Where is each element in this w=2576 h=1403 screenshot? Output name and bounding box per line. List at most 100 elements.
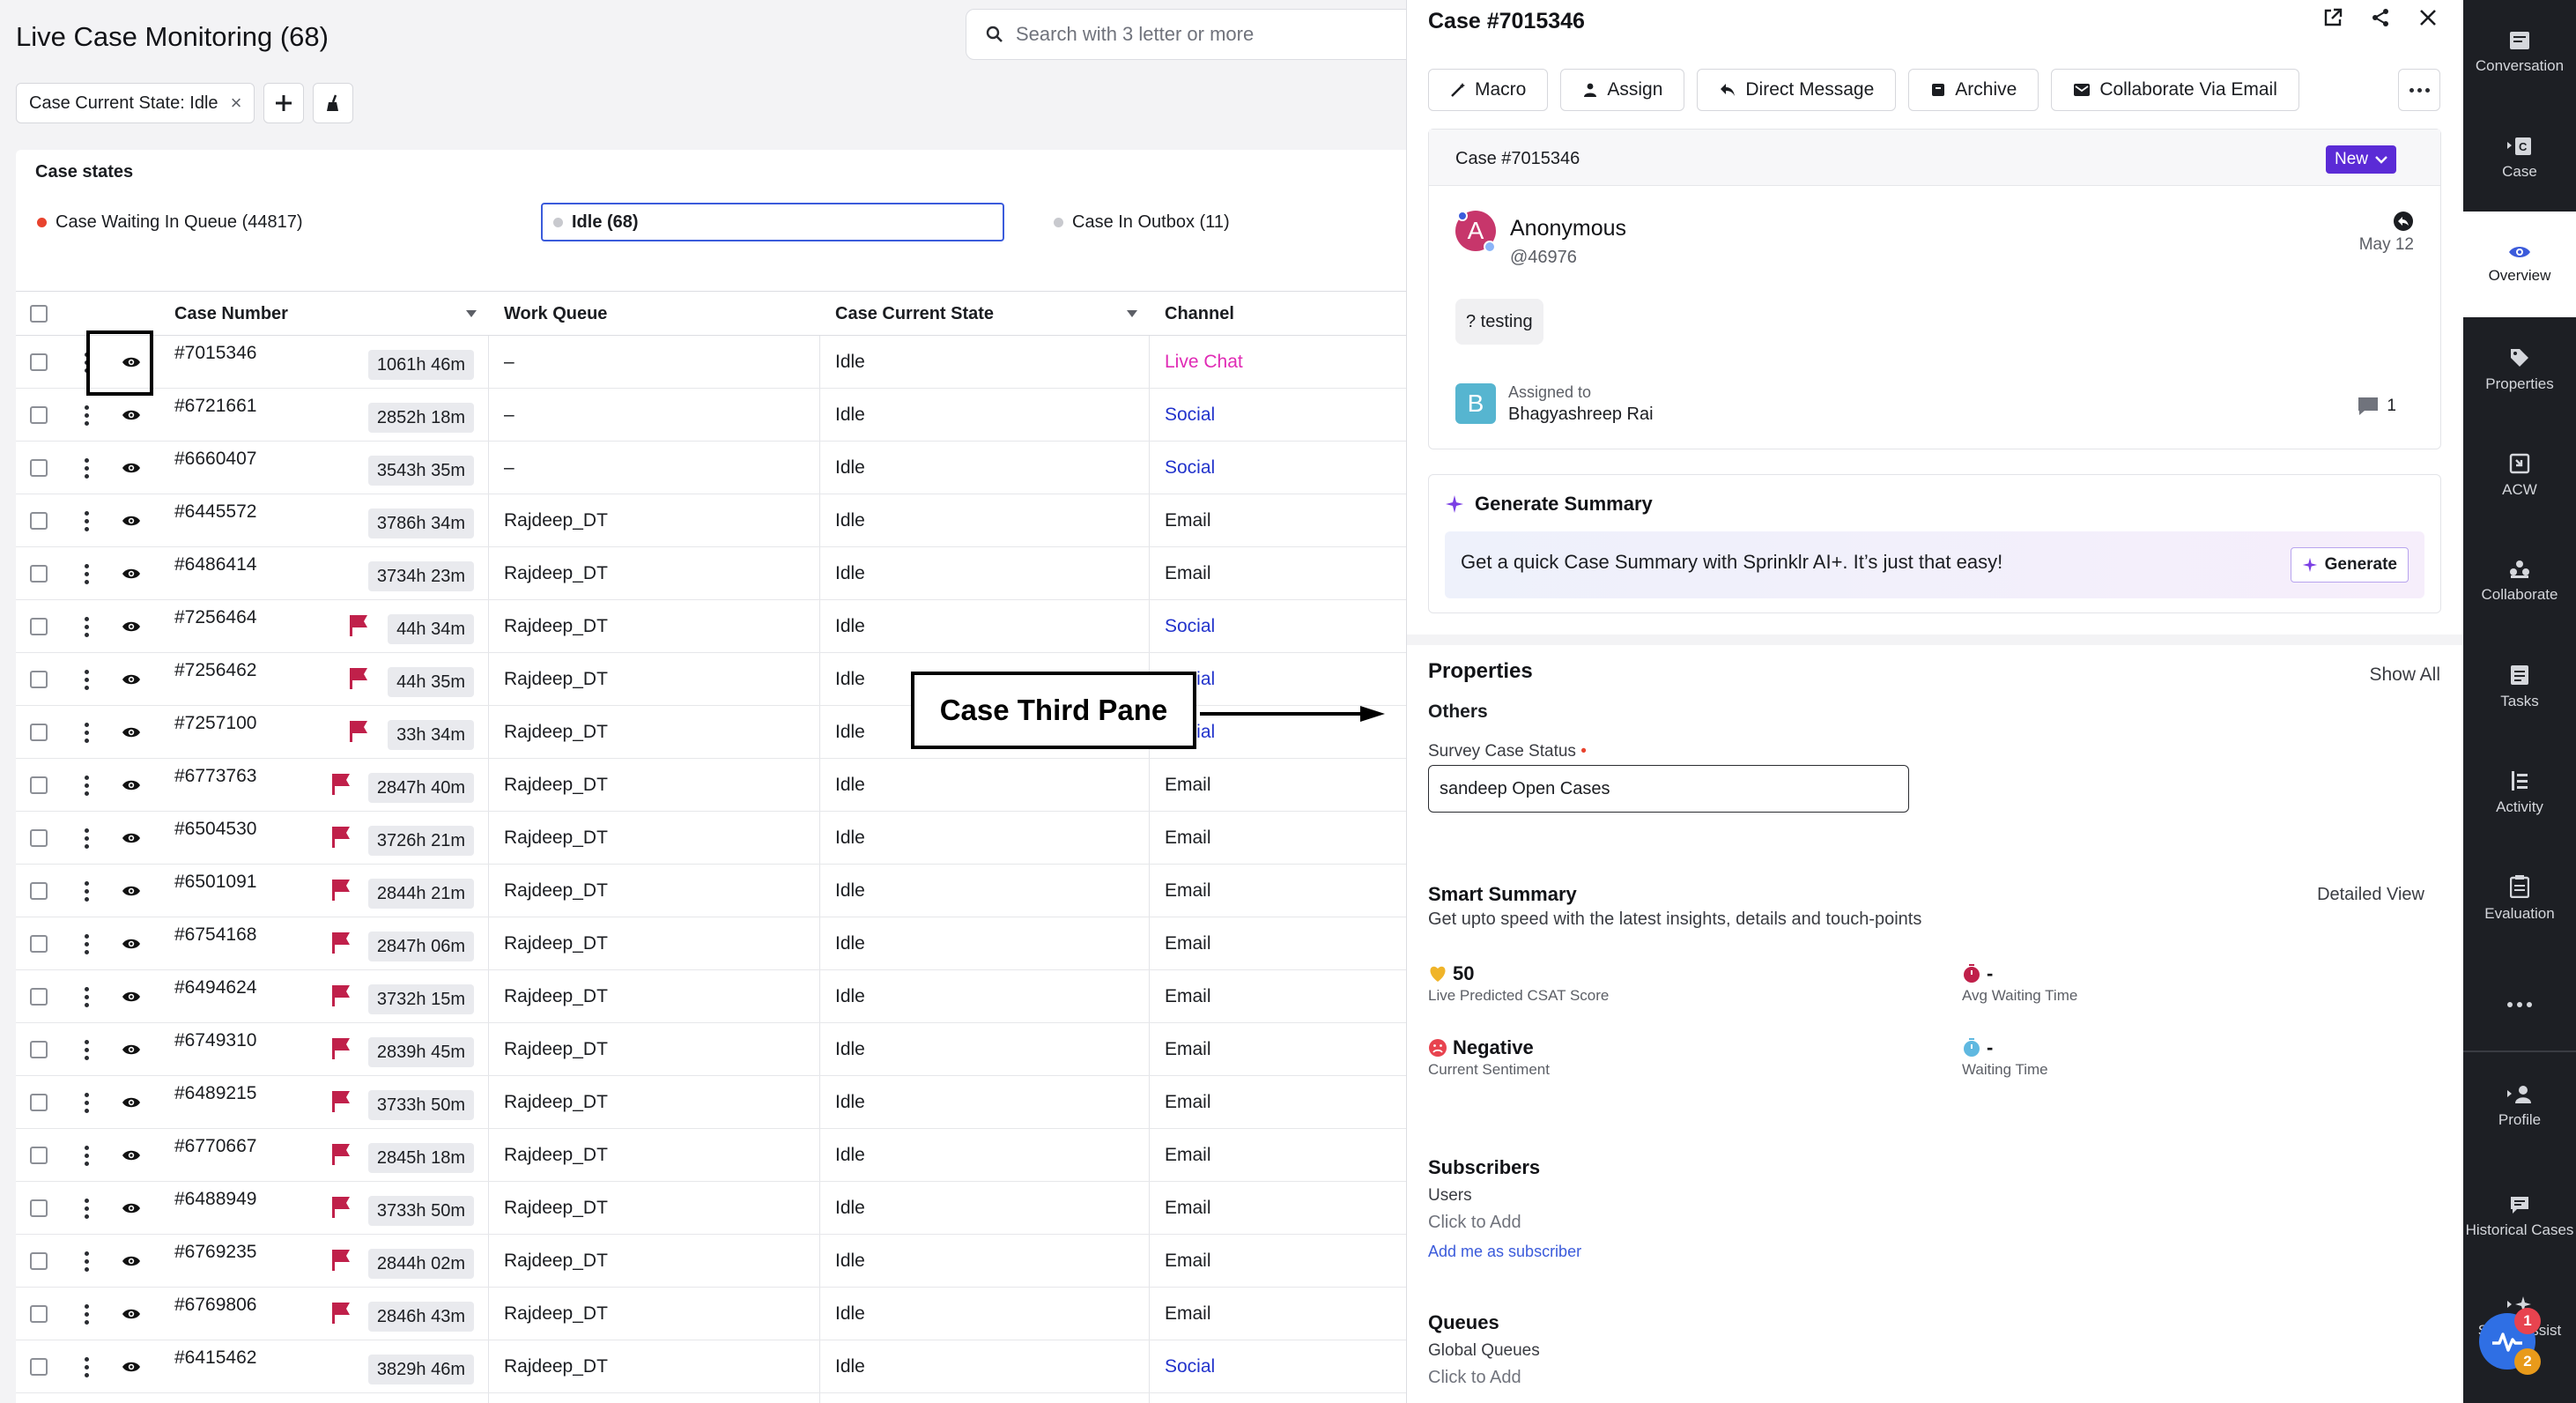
show-all-link[interactable]: Show All (2369, 664, 2440, 686)
row-checkbox[interactable] (30, 1235, 48, 1288)
share-icon[interactable] (2370, 7, 2391, 28)
row-preview[interactable] (122, 759, 141, 812)
row-preview[interactable] (122, 865, 141, 917)
case-number[interactable]: #6445572 (174, 501, 256, 523)
eye-icon[interactable] (122, 568, 141, 580)
row-checkbox[interactable] (30, 600, 48, 653)
detailed-view-link[interactable]: Detailed View (2317, 885, 2424, 905)
case-number[interactable]: #6504530 (174, 819, 256, 840)
row-checkbox[interactable] (30, 1076, 48, 1129)
checkbox[interactable] (30, 724, 48, 741)
row-checkbox[interactable] (30, 917, 48, 970)
row-checkbox[interactable] (30, 1340, 48, 1393)
more-actions-button[interactable] (2398, 69, 2440, 111)
kebab-menu-icon[interactable] (85, 722, 89, 743)
checkbox[interactable] (30, 988, 48, 1006)
row-checkbox[interactable] (30, 1129, 48, 1182)
case-number[interactable]: #6769235 (174, 1242, 256, 1263)
row-menu[interactable] (85, 1129, 89, 1182)
add-filter-button[interactable] (263, 83, 305, 123)
direct-message-button[interactable]: Direct Message (1697, 69, 1897, 111)
eye-icon[interactable] (122, 409, 141, 421)
column-case-number[interactable]: Case Number (174, 292, 483, 336)
row-menu[interactable] (85, 917, 89, 970)
checkbox[interactable] (30, 353, 48, 371)
row-checkbox[interactable] (30, 1288, 48, 1340)
row-menu[interactable] (85, 389, 89, 442)
row-checkbox[interactable] (30, 759, 48, 812)
table-row[interactable]: #6489215 3733h 50m Rajdeep_DT Idle Email (16, 1076, 1406, 1129)
row-preview[interactable] (122, 1076, 141, 1129)
checkbox[interactable] (30, 671, 48, 688)
table-row[interactable]: #6660407 3543h 35m – Idle Social (16, 442, 1406, 494)
eye-icon[interactable] (122, 991, 141, 1003)
table-row[interactable]: #6773763 2847h 40m Rajdeep_DT Idle Email (16, 759, 1406, 812)
case-number[interactable]: #6770667 (174, 1136, 256, 1157)
column-channel[interactable]: Channel (1165, 292, 1234, 336)
kebab-menu-icon[interactable] (85, 986, 89, 1007)
table-row[interactable]: #6504530 3726h 21m Rajdeep_DT Idle Email (16, 812, 1406, 865)
close-icon[interactable]: × (231, 92, 242, 115)
generate-button[interactable]: Generate (2290, 547, 2409, 583)
case-number[interactable]: #6489215 (174, 1083, 256, 1104)
case-number[interactable]: #6769806 (174, 1295, 256, 1316)
eye-icon[interactable] (122, 462, 141, 474)
eye-icon[interactable] (122, 885, 141, 897)
checkbox[interactable] (30, 618, 48, 635)
open-external-icon[interactable] (2322, 7, 2343, 28)
state-idle[interactable]: Idle (68) (541, 203, 1004, 241)
table-row[interactable]: #7256464 44h 34m Rajdeep_DT Idle Social (16, 600, 1406, 653)
sort-down-icon[interactable] (1126, 309, 1138, 318)
row-checkbox[interactable] (30, 653, 48, 706)
row-menu[interactable] (85, 1182, 89, 1235)
add-user-field[interactable]: Click to Add (1428, 1213, 1521, 1233)
checkbox[interactable] (30, 776, 48, 794)
table-row[interactable]: #6769235 2844h 02m Rajdeep_DT Idle Email (16, 1235, 1406, 1288)
checkbox[interactable] (30, 565, 48, 583)
checkbox[interactable] (30, 1199, 48, 1217)
kebab-menu-icon[interactable] (85, 1092, 89, 1113)
eye-icon[interactable] (122, 779, 141, 791)
properties-group-others[interactable]: Others (1428, 702, 1488, 723)
row-preview[interactable] (122, 970, 141, 1023)
case-number[interactable]: #7256464 (174, 607, 256, 628)
state-in-outbox[interactable]: Case In Outbox (11) (1054, 203, 1230, 241)
table-row[interactable]: #6415462 3829h 46m Rajdeep_DT Idle Social (16, 1340, 1406, 1393)
table-row[interactable]: #6486414 3734h 23m Rajdeep_DT Idle Email (16, 547, 1406, 600)
macro-button[interactable]: Macro (1428, 69, 1549, 111)
kebab-menu-icon[interactable] (85, 669, 89, 690)
eye-icon[interactable] (122, 938, 141, 950)
row-preview[interactable] (122, 1129, 141, 1182)
row-menu[interactable] (85, 1235, 89, 1288)
row-checkbox[interactable] (30, 1023, 48, 1076)
kebab-menu-icon[interactable] (85, 1145, 89, 1166)
row-preview[interactable] (122, 547, 141, 600)
kebab-menu-icon[interactable] (85, 1251, 89, 1272)
state-waiting-in-queue[interactable]: Case Waiting In Queue (44817) (37, 203, 303, 241)
row-menu[interactable] (85, 1288, 89, 1340)
case-number[interactable]: #7256462 (174, 660, 256, 681)
row-menu[interactable] (85, 494, 89, 547)
row-checkbox[interactable] (30, 389, 48, 442)
status-dropdown[interactable]: New (2325, 145, 2396, 174)
row-preview[interactable] (122, 494, 141, 547)
checkbox[interactable] (30, 829, 48, 847)
rail-conversation[interactable]: Conversation (2463, 0, 2576, 106)
table-row[interactable]: #6494624 3732h 15m Rajdeep_DT Idle Email (16, 970, 1406, 1023)
kebab-menu-icon[interactable] (85, 880, 89, 902)
kebab-menu-icon[interactable] (85, 563, 89, 584)
row-menu[interactable] (85, 706, 89, 759)
rail-activity[interactable]: Activity (2463, 740, 2576, 846)
assignee-name[interactable]: Bhagyashreep Rai (1508, 405, 1654, 425)
checkbox[interactable] (30, 1305, 48, 1323)
case-number[interactable]: #6501091 (174, 872, 256, 893)
channel-cell[interactable]: Social (1165, 389, 1215, 442)
row-checkbox[interactable] (30, 865, 48, 917)
table-row[interactable]: #6769806 2846h 43m Rajdeep_DT Idle Email (16, 1288, 1406, 1340)
row-menu[interactable] (85, 1076, 89, 1129)
rail-acw[interactable]: ACW (2463, 423, 2576, 529)
column-case-current-state[interactable]: Case Current State (835, 292, 1144, 336)
row-menu[interactable] (85, 442, 89, 494)
rail-more[interactable] (2463, 952, 2576, 1058)
eye-icon[interactable] (122, 1149, 141, 1162)
